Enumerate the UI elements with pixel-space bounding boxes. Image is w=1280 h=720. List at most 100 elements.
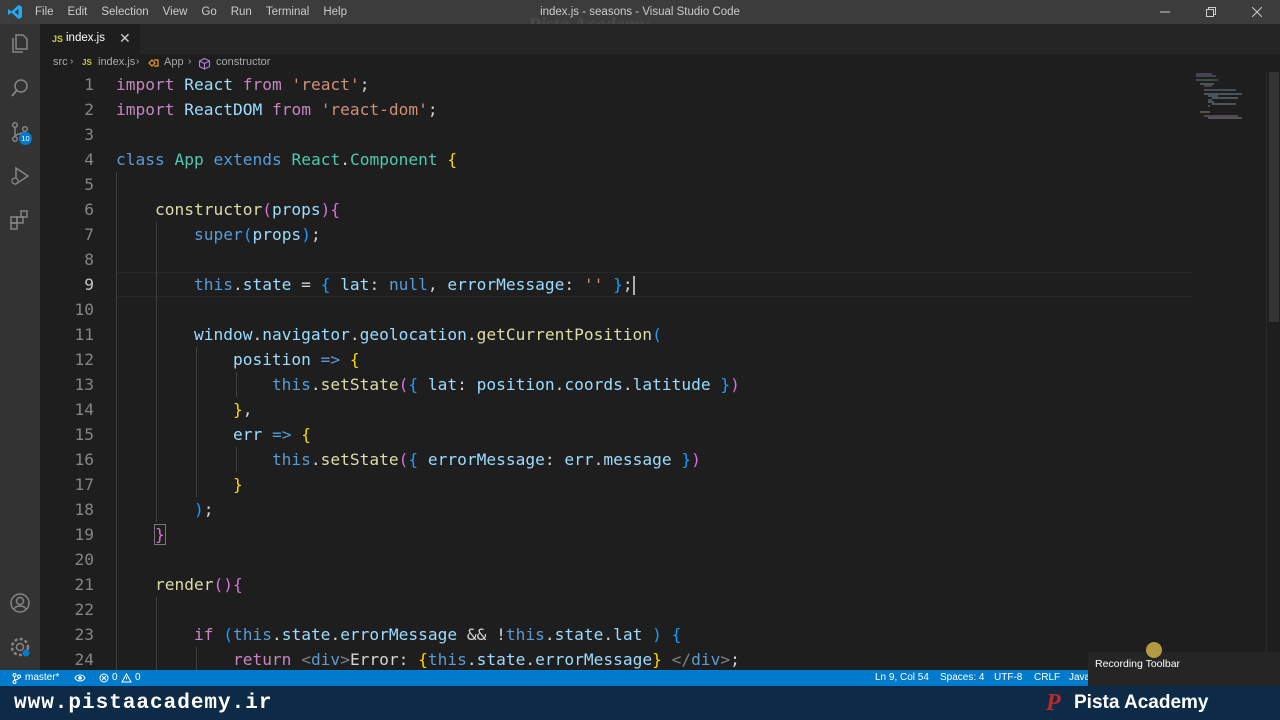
code-text: err => { [232,425,311,444]
git-branch[interactable]: master* [25,672,59,683]
line-number: 7 [84,225,94,244]
window-controls [1142,0,1280,24]
title-bar: File Edit Selection View Go Run Terminal… [0,0,1280,36]
line-number: 13 [74,375,95,394]
code-line: 24 return <div>Error: {this.state.errorM… [40,647,1190,670]
breadcrumb: src › JS index.js › App › constructor [40,54,1280,72]
code-line: 13 this.setState({ lat: position.coords.… [40,372,1190,397]
vertical-scrollbar[interactable] [1266,72,1280,670]
error-icon[interactable] [99,673,109,683]
code-line-current: 9 this.state = { lat: null, errorMessage… [40,272,1190,297]
code-line: 3 [40,122,1190,147]
line-number: 10 [74,300,95,319]
cursor-position[interactable]: Ln 9, Col 54 [875,672,929,683]
line-number: 12 [74,350,95,369]
code-text: return <div>Error: {this.state.errorMess… [232,650,740,669]
close-icon [1252,7,1262,17]
tab-index-js[interactable]: JS index.js ✕ [40,24,140,54]
code-text: } [154,524,166,545]
code-editor[interactable]: 1 import React from 'react'; 2 import Reac… [40,72,1266,670]
code-text: render(){ [154,575,243,594]
code-line: 5 [40,172,1190,197]
menu-help[interactable]: Help [316,0,354,24]
code-text: this.setState({ lat: position.coords.lat… [271,375,740,394]
line-ending[interactable]: CRLF [1034,672,1060,683]
scrollbar-thumb[interactable] [1269,72,1279,322]
code-text: import ReactDOM from 'react-dom'; [116,100,438,119]
line-number: 11 [74,325,95,344]
manage-gear-icon[interactable] [8,635,32,659]
line-number: 18 [74,500,95,519]
line-number: 1 [84,75,94,94]
error-count[interactable]: 0 [112,672,118,683]
sync-icon[interactable] [74,673,86,683]
warning-count[interactable]: 0 [135,672,141,683]
code-text: }, [232,400,253,419]
line-number: 19 [74,525,95,544]
line-number: 6 [84,200,94,219]
menu-go[interactable]: Go [194,0,223,24]
git-branch-icon [12,673,21,684]
line-number: 23 [74,625,95,644]
close-tab-icon[interactable]: ✕ [119,30,131,47]
code-line: 1 import React from 'react'; [40,72,1190,97]
code-line: 2 import ReactDOM from 'react-dom'; [40,97,1190,122]
menu-selection[interactable]: Selection [94,0,155,24]
close-window-button[interactable] [1234,0,1280,24]
breadcrumb-src[interactable]: src [53,56,68,68]
code-text: ); [193,500,214,519]
restore-button[interactable] [1188,0,1234,24]
line-number: 22 [74,600,95,619]
code-text: import React from 'react'; [116,75,370,94]
extensions-icon[interactable] [8,208,32,232]
chevron-right-icon: › [188,56,192,67]
breadcrumb-class[interactable]: App [164,56,184,68]
menu-view[interactable]: View [156,0,195,24]
code-line: 21 render(){ [40,572,1190,597]
line-number: 2 [84,100,94,119]
line-number: 8 [84,250,94,269]
breadcrumb-method[interactable]: constructor [216,56,270,68]
restore-icon [1206,7,1216,17]
line-number: 21 [74,575,95,594]
code-line: 8 [40,247,1190,272]
menu-terminal[interactable]: Terminal [259,0,316,24]
menu-run[interactable]: Run [224,0,259,24]
code-text: constructor(props){ [154,200,341,219]
line-number: 9 [84,275,94,294]
js-file-icon: JS [82,58,92,67]
warning-icon[interactable] [121,673,132,683]
line-number: 24 [74,650,95,669]
line-number: 5 [84,175,94,194]
tab-label: index.js [66,32,105,44]
encoding[interactable]: UTF-8 [994,672,1022,683]
explorer-icon[interactable] [8,32,32,56]
code-text: super(props); [193,225,321,244]
line-number: 20 [74,550,95,569]
chevron-right-icon: › [136,56,140,67]
code-text: position => { [232,350,360,369]
minimize-button[interactable] [1142,0,1188,24]
line-number: 17 [74,475,95,494]
language-mode[interactable]: Java [1069,672,1090,683]
js-file-icon: JS [52,34,64,44]
menu-edit[interactable]: Edit [61,0,95,24]
code-line: 10 [40,297,1190,322]
vscode-logo-icon [8,5,22,19]
code-line: 17 } [40,472,1190,497]
brand-name: Pista Academy [1074,692,1209,713]
code-line: 14 }, [40,397,1190,422]
code-line: 4 class App extends React.Component { [40,147,1190,172]
indentation[interactable]: Spaces: 4 [940,672,984,683]
code-line: 6 constructor(props){ [40,197,1190,222]
code-line: 16 this.setState({ errorMessage: err.mes… [40,447,1190,472]
search-icon[interactable] [8,76,32,100]
activity-bar: 10 [0,24,40,670]
account-icon[interactable] [8,591,32,615]
menu-file[interactable]: File [28,0,61,24]
code-line: 11 window.navigator.geolocation.getCurre… [40,322,1190,347]
breadcrumb-file[interactable]: index.js [98,56,135,68]
minimap[interactable] [1192,72,1266,132]
run-debug-icon[interactable] [8,164,32,188]
line-number: 3 [84,125,94,144]
